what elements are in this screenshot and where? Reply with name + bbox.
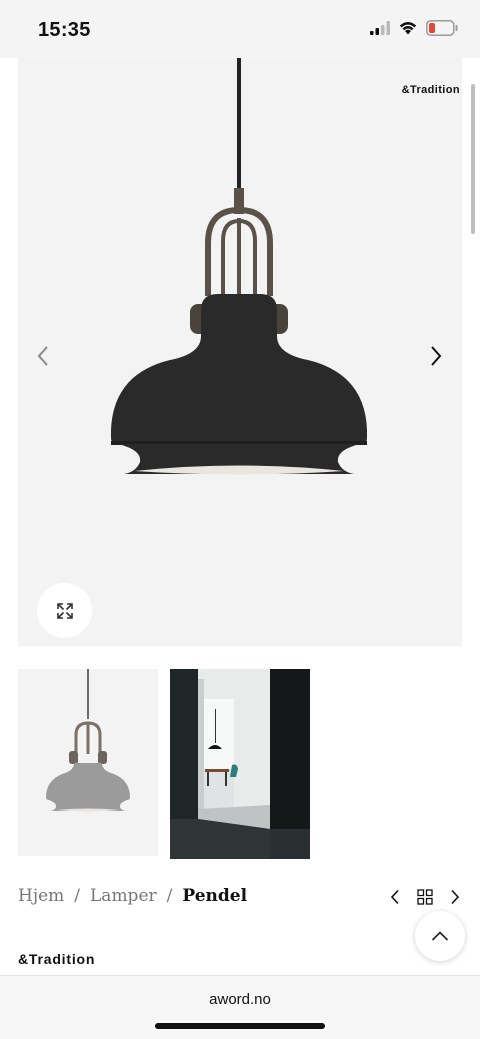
grey-lamp-image xyxy=(46,669,130,812)
interior-room-image xyxy=(170,669,310,859)
brand-name[interactable]: &Tradition xyxy=(18,951,95,967)
home-indicator[interactable] xyxy=(155,1023,325,1029)
chevron-right-icon xyxy=(451,889,460,905)
page-scrollbar[interactable] xyxy=(471,84,475,234)
wifi-icon xyxy=(398,20,418,40)
scroll-to-top-button[interactable] xyxy=(415,911,465,961)
status-time: 15:35 xyxy=(38,19,91,41)
next-product-button[interactable] xyxy=(450,889,460,905)
signal-icon xyxy=(370,20,390,40)
browser-address-bar: aword.no xyxy=(0,975,480,1039)
breadcrumb-home[interactable]: Hjem xyxy=(18,886,64,906)
product-navigation xyxy=(390,885,460,909)
product-grid-button[interactable] xyxy=(417,889,433,905)
breadcrumb-current: Pendel xyxy=(182,886,248,906)
breadcrumb-separator: / xyxy=(74,886,81,906)
fullscreen-button[interactable] xyxy=(37,583,92,638)
brand-logo: &Tradition xyxy=(401,84,460,96)
pendant-lamp-image xyxy=(111,58,367,475)
status-bar: 15:35 xyxy=(0,0,480,58)
chevron-right-icon xyxy=(431,346,442,366)
breadcrumb-separator: / xyxy=(166,886,173,906)
chevron-up-icon xyxy=(431,931,449,941)
chevron-left-icon xyxy=(37,346,48,366)
url-display[interactable]: aword.no xyxy=(0,991,480,1008)
battery-low-icon xyxy=(426,19,458,41)
grey-lamp-thumbnail[interactable] xyxy=(18,669,158,856)
next-image-button[interactable] xyxy=(419,339,453,373)
breadcrumb-lamps[interactable]: Lamper xyxy=(90,886,157,906)
chevron-left-icon xyxy=(390,889,399,905)
product-image-gallery[interactable]: &Tradition xyxy=(18,58,462,646)
status-icons xyxy=(370,19,458,41)
previous-product-button[interactable] xyxy=(390,889,400,905)
expand-icon xyxy=(56,602,73,619)
interior-room-thumbnail[interactable] xyxy=(170,669,310,859)
grid-icon xyxy=(417,889,433,905)
previous-image-button[interactable] xyxy=(26,339,60,373)
breadcrumb: Hjem / Lamper / Pendel xyxy=(18,886,247,906)
